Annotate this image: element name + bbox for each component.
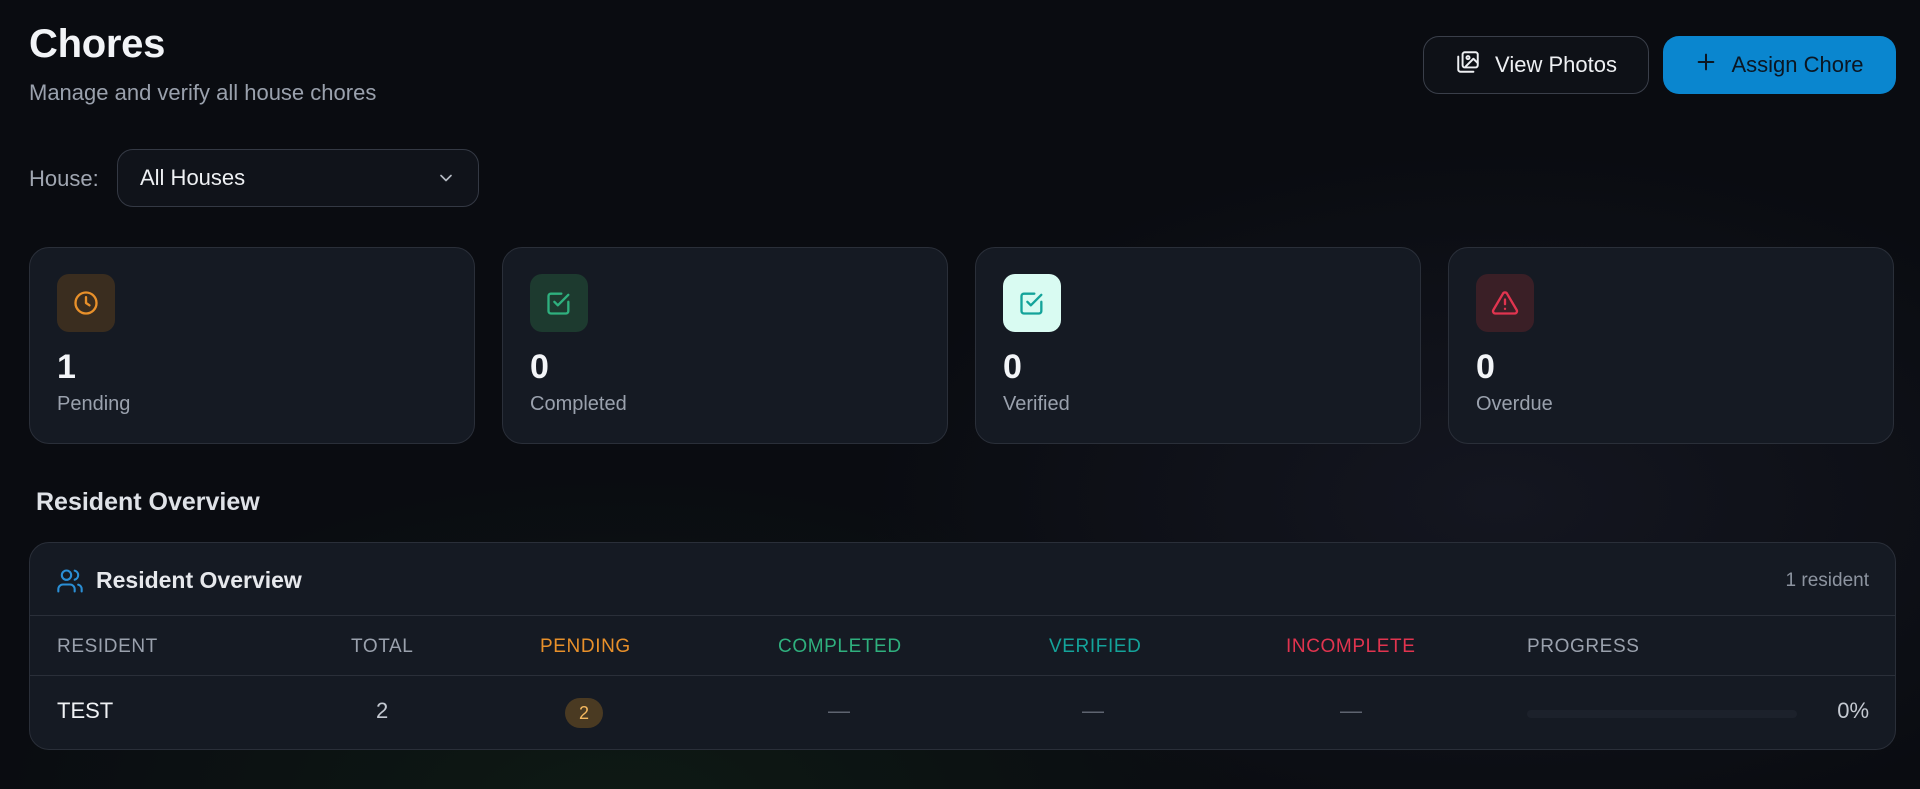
verified-value: — (1082, 698, 1104, 723)
progress-bar (1527, 710, 1797, 718)
incomplete-value: — (1340, 698, 1362, 723)
chevron-down-icon (436, 168, 456, 194)
column-header-resident[interactable]: RESIDENT (57, 636, 158, 658)
stat-label: Pending (57, 393, 131, 415)
stat-value: 0 (1476, 348, 1495, 386)
stat-label: Verified (1003, 393, 1070, 415)
alert-triangle-icon (1476, 274, 1534, 332)
stat-label: Overdue (1476, 393, 1553, 415)
panel-header: Resident Overview 1 resident (30, 543, 1895, 616)
column-header-verified[interactable]: VERIFIED (1049, 636, 1141, 658)
plus-icon (1695, 51, 1717, 79)
column-header-pending[interactable]: PENDING (540, 636, 631, 658)
total-count: 2 (376, 698, 389, 723)
panel-title: Resident Overview (96, 567, 302, 593)
check-square-icon (530, 274, 588, 332)
house-select-value: All Houses (140, 165, 246, 190)
house-filter-label: House: (29, 166, 99, 191)
table-header: RESIDENT TOTAL PENDING COMPLETED VERIFIE… (30, 616, 1895, 676)
stat-card-verified: 0 Verified (975, 247, 1421, 444)
stat-card-overdue: 0 Overdue (1448, 247, 1894, 444)
stat-value: 1 (57, 348, 76, 386)
page-subtitle: Manage and verify all house chores (29, 80, 377, 105)
table-row[interactable]: TEST 2 2 — — — 0% (30, 676, 1895, 749)
chores-page: Chores Manage and verify all house chore… (29, 0, 1896, 789)
users-icon (56, 567, 84, 600)
stat-card-pending: 1 Pending (29, 247, 475, 444)
clock-icon (57, 274, 115, 332)
resident-overview-panel: Resident Overview 1 resident RESIDENT TO… (29, 542, 1896, 750)
column-header-total[interactable]: TOTAL (351, 636, 413, 658)
stat-label: Completed (530, 393, 627, 415)
resident-name: TEST (57, 698, 114, 723)
progress-percent: 0% (1837, 698, 1869, 723)
assign-chore-label: Assign Chore (1731, 52, 1864, 77)
column-header-incomplete[interactable]: INCOMPLETE (1286, 636, 1416, 658)
check-square-icon (1003, 274, 1061, 332)
house-select[interactable]: All Houses (117, 149, 479, 207)
photos-icon (1455, 49, 1481, 81)
completed-value: — (828, 698, 850, 723)
resident-count: 1 resident (1785, 570, 1869, 591)
stat-value: 0 (530, 348, 549, 386)
assign-chore-button[interactable]: Assign Chore (1663, 36, 1896, 94)
view-photos-button[interactable]: View Photos (1423, 36, 1649, 94)
stat-value: 0 (1003, 348, 1022, 386)
column-header-progress[interactable]: PROGRESS (1527, 636, 1640, 658)
page-title: Chores (29, 22, 166, 66)
stat-card-completed: 0 Completed (502, 247, 948, 444)
pending-badge: 2 (565, 698, 603, 728)
column-header-completed[interactable]: COMPLETED (778, 636, 902, 658)
section-title: Resident Overview (36, 488, 260, 516)
view-photos-label: View Photos (1495, 52, 1617, 77)
